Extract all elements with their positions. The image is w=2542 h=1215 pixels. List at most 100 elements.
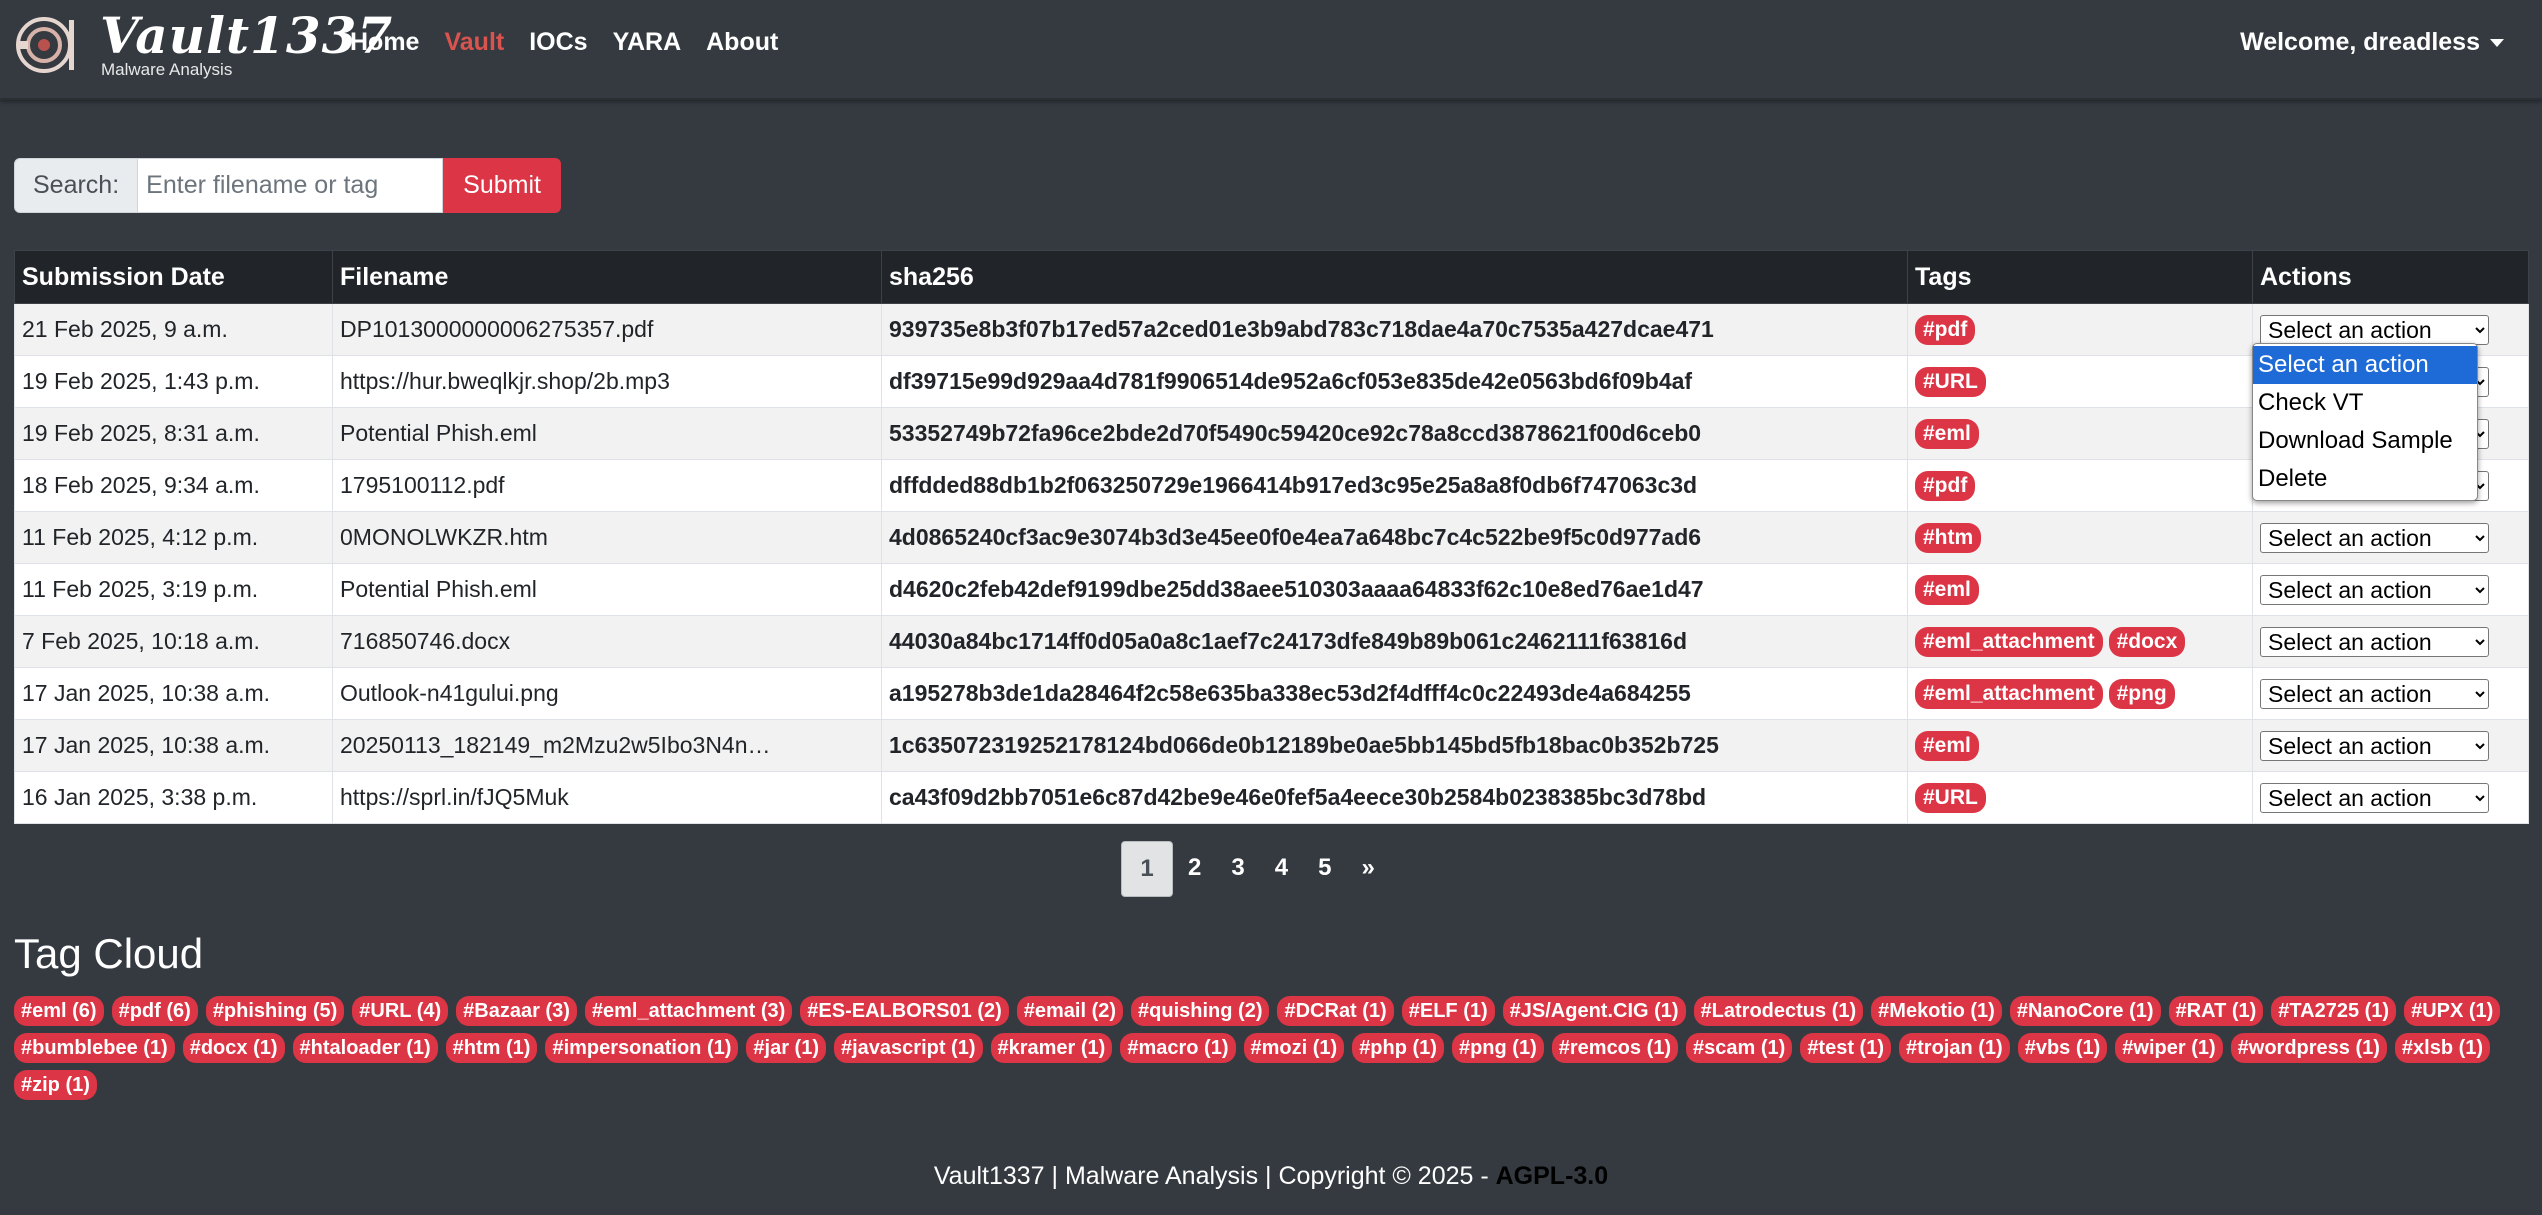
tag-cloud-item[interactable]: #RAT (1) <box>2168 996 2264 1026</box>
filename-cell[interactable]: 20250113_182149_m2Mzu2w5Ibo3N4n… <box>332 719 882 772</box>
sha256-cell[interactable]: 44030a84bc1714ff0d05a0a8c1aef7c24173dfe8… <box>881 615 1908 668</box>
filename-cell[interactable]: 0MONOLWKZR.htm <box>332 511 882 564</box>
tag-cloud-item[interactable]: #vbs (1) <box>2017 1033 2108 1063</box>
tag-cloud-item[interactable]: #eml (6) <box>14 996 104 1026</box>
filename-cell[interactable]: DP1013000000006275357.pdf <box>332 303 882 356</box>
tag-badge[interactable]: #eml_attachment <box>1915 678 2103 709</box>
tag-cloud-item[interactable]: #docx (1) <box>182 1033 285 1063</box>
tag-badge[interactable]: #eml <box>1915 574 1979 605</box>
tag-badge[interactable]: #eml <box>1915 730 1979 761</box>
nav-link-about[interactable]: About <box>706 28 778 57</box>
tag-cloud-item[interactable]: #ELF (1) <box>1401 996 1495 1026</box>
page-link-4[interactable]: 4 <box>1260 841 1303 895</box>
tag-cloud-item[interactable]: #macro (1) <box>1120 1033 1236 1063</box>
sha256-cell[interactable]: 4d0865240cf3ac9e3074b3d3e45ee0f0e4ea7a64… <box>881 511 1908 564</box>
tag-badge[interactable]: #png <box>2108 678 2175 709</box>
tag-cloud-item[interactable]: #jar (1) <box>746 1033 826 1063</box>
tag-cloud-item[interactable]: #mozi (1) <box>1243 1033 1345 1063</box>
action-select[interactable]: Select an actionCheck VTDownload SampleD… <box>2260 522 2489 553</box>
sha256-cell[interactable]: 53352749b72fa96ce2bde2d70f5490c59420ce92… <box>881 407 1908 460</box>
tag-badge[interactable]: #pdf <box>1915 314 1976 345</box>
license-link[interactable]: AGPL-3.0 <box>1496 1162 1609 1190</box>
dropdown-option-select-an-action[interactable]: Select an action <box>2253 346 2477 384</box>
tag-cloud-item[interactable]: #Mekotio (1) <box>1871 996 2002 1026</box>
sha256-cell[interactable]: 1c635072319252178124bd066de0b12189be0ae5… <box>881 719 1908 772</box>
tag-cloud-item[interactable]: #impersonation (1) <box>545 1033 739 1063</box>
tag-cloud-item[interactable]: #wordpress (1) <box>2230 1033 2387 1063</box>
tag-cloud-item[interactable]: #xlsb (1) <box>2394 1033 2491 1063</box>
tag-cloud-item[interactable]: #trojan (1) <box>1899 1033 2010 1063</box>
filename-cell[interactable]: Outlook-n41gului.png <box>332 667 882 720</box>
tag-cloud-item[interactable]: #htaloader (1) <box>292 1033 438 1063</box>
tag-badge[interactable]: #docx <box>2108 626 2186 657</box>
action-select[interactable]: Select an actionCheck VTDownload SampleD… <box>2260 730 2489 761</box>
tag-cloud-item[interactable]: #htm (1) <box>445 1033 538 1063</box>
tag-cloud-item[interactable]: #Latrodectus (1) <box>1693 996 1864 1026</box>
sha256-cell[interactable]: dffdded88db1b2f063250729e1966414b917ed3c… <box>881 459 1908 512</box>
col-filename[interactable]: Filename <box>332 250 882 304</box>
vault-logo-icon[interactable] <box>14 14 76 76</box>
action-select[interactable]: Select an actionCheck VTDownload SampleD… <box>2260 782 2489 813</box>
user-menu[interactable]: Welcome, dreadless <box>2240 28 2504 57</box>
col-actions[interactable]: Actions <box>2252 250 2529 304</box>
tag-cloud-item[interactable]: #test (1) <box>1800 1033 1892 1063</box>
tag-cloud-item[interactable]: #NanoCore (1) <box>2009 996 2161 1026</box>
tag-cloud-item[interactable]: #png (1) <box>1451 1033 1544 1063</box>
tag-cloud-item[interactable]: #remcos (1) <box>1551 1033 1679 1063</box>
nav-link-home[interactable]: Home <box>350 28 419 57</box>
tag-cloud-item[interactable]: #DCRat (1) <box>1277 996 1394 1026</box>
tag-cloud-item[interactable]: #UPX (1) <box>2404 996 2501 1026</box>
page-link-2[interactable]: 2 <box>1173 841 1216 895</box>
tag-badge[interactable]: #eml_attachment <box>1915 626 2103 657</box>
tag-badge[interactable]: #htm <box>1915 522 1982 553</box>
page-link-5[interactable]: 5 <box>1303 841 1346 895</box>
filename-cell[interactable]: 1795100112.pdf <box>332 459 882 512</box>
filename-cell[interactable]: https://hur.bweqlkjr.shop/2b.mp3 <box>332 355 882 408</box>
tag-cloud-item[interactable]: #URL (4) <box>352 996 449 1026</box>
sha256-cell[interactable]: a195278b3de1da28464f2c58e635ba338ec53d2f… <box>881 667 1908 720</box>
nav-link-iocs[interactable]: IOCs <box>529 28 587 57</box>
action-select[interactable]: Select an actionCheck VTDownload SampleD… <box>2260 314 2489 345</box>
filename-cell[interactable]: 716850746.docx <box>332 615 882 668</box>
page-link-3[interactable]: 3 <box>1216 841 1259 895</box>
tag-cloud-item[interactable]: #pdf (6) <box>111 996 198 1026</box>
dropdown-option-delete[interactable]: Delete <box>2253 460 2477 498</box>
sha256-cell[interactable]: d4620c2feb42def9199dbe25dd38aee510303aaa… <box>881 563 1908 616</box>
filename-cell[interactable]: Potential Phish.eml <box>332 407 882 460</box>
tag-cloud-item[interactable]: #php (1) <box>1352 1033 1444 1063</box>
col-submission-date[interactable]: Submission Date <box>14 250 333 304</box>
tag-cloud-item[interactable]: #Bazaar (3) <box>456 996 577 1026</box>
tag-badge[interactable]: #URL <box>1915 366 1986 397</box>
col-sha256[interactable]: sha256 <box>881 250 1908 304</box>
tag-cloud-item[interactable]: #phishing (5) <box>205 996 345 1026</box>
tag-badge[interactable]: #pdf <box>1915 470 1976 501</box>
tag-cloud-item[interactable]: #zip (1) <box>14 1070 97 1100</box>
tag-cloud-item[interactable]: #wiper (1) <box>2115 1033 2223 1063</box>
action-select[interactable]: Select an actionCheck VTDownload SampleD… <box>2260 574 2489 605</box>
sha256-cell[interactable]: ca43f09d2bb7051e6c87d42be9e46e0fef5a4eec… <box>881 771 1908 824</box>
sha256-cell[interactable]: df39715e99d929aa4d781f9906514de952a6cf05… <box>881 355 1908 408</box>
tag-cloud-item[interactable]: #kramer (1) <box>990 1033 1113 1063</box>
tag-cloud-item[interactable]: #bumblebee (1) <box>14 1033 175 1063</box>
filename-cell[interactable]: Potential Phish.eml <box>332 563 882 616</box>
tag-cloud-item[interactable]: #scam (1) <box>1686 1033 1793 1063</box>
next-page-link[interactable]: » <box>1346 841 1389 895</box>
page-link-1[interactable]: 1 <box>1121 841 1173 897</box>
tag-cloud-item[interactable]: #eml_attachment (3) <box>584 996 793 1026</box>
tag-badge[interactable]: #URL <box>1915 782 1986 813</box>
tag-cloud-item[interactable]: #javascript (1) <box>833 1033 983 1063</box>
nav-link-vault[interactable]: Vault <box>444 28 504 57</box>
tag-cloud-item[interactable]: #quishing (2) <box>1131 996 1270 1026</box>
submit-button[interactable]: Submit <box>443 158 561 213</box>
action-select[interactable]: Select an actionCheck VTDownload SampleD… <box>2260 626 2489 657</box>
dropdown-option-download-sample[interactable]: Download Sample <box>2253 422 2477 460</box>
dropdown-option-check-vt[interactable]: Check VT <box>2253 384 2477 422</box>
tag-badge[interactable]: #eml <box>1915 418 1979 449</box>
action-select[interactable]: Select an actionCheck VTDownload SampleD… <box>2260 678 2489 709</box>
tag-cloud-item[interactable]: #TA2725 (1) <box>2271 996 2397 1026</box>
search-input[interactable] <box>138 158 444 213</box>
col-tags[interactable]: Tags <box>1907 250 2253 304</box>
sha256-cell[interactable]: 939735e8b3f07b17ed57a2ced01e3b9abd783c71… <box>881 303 1908 356</box>
tag-cloud-item[interactable]: #email (2) <box>1016 996 1124 1026</box>
filename-cell[interactable]: https://sprl.in/fJQ5Muk <box>332 771 882 824</box>
